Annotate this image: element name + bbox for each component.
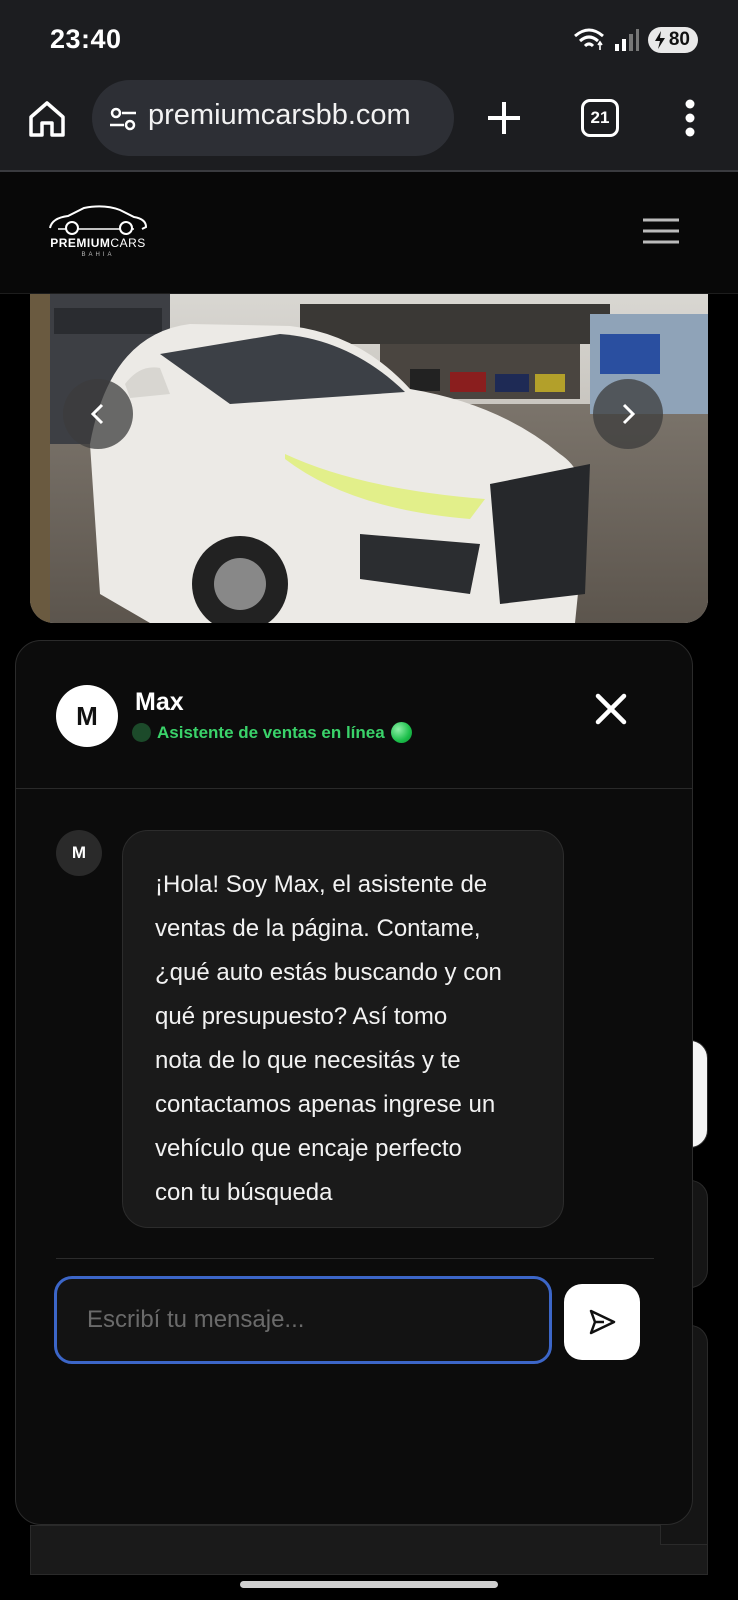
input-divider [56, 1258, 654, 1259]
chevron-right-icon [622, 403, 636, 425]
home-icon[interactable] [26, 98, 68, 140]
carousel-prev-button[interactable] [63, 379, 133, 449]
browser-toolbar: premiumcarsbb.com 21 [0, 78, 738, 172]
logo-wordmark: PREMIUMCARS [50, 236, 146, 250]
car-photo [30, 294, 708, 623]
agent-message-bubble: ¡Hola! Soy Max, el asistente de ventas d… [122, 830, 564, 1228]
agent-status-text: Asistente de ventas en línea [157, 722, 385, 742]
chevron-left-icon [90, 403, 104, 425]
battery-charging-icon [654, 31, 665, 49]
agent-avatar: M [56, 685, 118, 747]
tab-count: 21 [590, 108, 610, 127]
site-header: PREMIUMCARS BAHIA [0, 172, 738, 294]
message-avatar: M [56, 830, 102, 876]
message-line: ventas de la página. Contame, [155, 915, 481, 942]
battery-indicator: 80 [647, 27, 698, 53]
message-input[interactable] [54, 1276, 552, 1364]
message-line: ¡Hola! Soy Max, el asistente de [155, 871, 488, 898]
online-indicator-icon [390, 722, 412, 743]
tab-switcher-button[interactable]: 21 [581, 99, 619, 137]
close-icon[interactable] [594, 692, 628, 726]
message-line: contactamos apenas ingrese un [155, 1091, 496, 1118]
message-line: ¿qué auto estás buscando y con [155, 959, 502, 986]
address-bar[interactable]: premiumcarsbb.com [92, 80, 454, 156]
send-button[interactable] [564, 1284, 640, 1360]
url-text: premiumcarsbb.com [148, 99, 411, 131]
agent-name: Max [135, 688, 184, 716]
vehicle-photo-carousel[interactable] [30, 294, 708, 623]
new-tab-icon[interactable] [484, 98, 524, 138]
wifi-icon [573, 28, 604, 50]
message-line: qué presupuesto? Así tomo [155, 1003, 448, 1030]
more-menu-icon[interactable] [684, 98, 696, 138]
site-settings-icon[interactable] [108, 104, 138, 134]
status-bar: 23:40 80 [0, 0, 738, 78]
gesture-home-indicator[interactable] [240, 1581, 498, 1588]
page-content-fragment [30, 1525, 708, 1575]
status-dot-icon [132, 723, 151, 742]
status-time: 23:40 [50, 24, 122, 54]
send-icon [589, 1309, 616, 1335]
message-line: vehículo que encaje perfecto [155, 1135, 462, 1162]
chat-widget: M Max Asistente de ventas en línea M ¡Ho… [15, 640, 693, 1525]
message-line: con tu búsqueda [155, 1179, 333, 1206]
carousel-next-button[interactable] [593, 379, 663, 449]
agent-status: Asistente de ventas en línea [132, 722, 412, 743]
logo-subtext: BAHIA [81, 252, 115, 258]
battery-level: 80 [668, 29, 690, 50]
hamburger-icon[interactable] [643, 218, 679, 244]
site-logo[interactable]: PREMIUMCARS BAHIA [38, 202, 158, 262]
status-icons: 80 [572, 26, 698, 54]
message-line: nota de lo que necesitás y te [155, 1047, 461, 1074]
car-logo-icon [49, 205, 148, 235]
chat-header: M Max Asistente de ventas en línea [16, 641, 692, 789]
signal-icon [614, 29, 639, 51]
